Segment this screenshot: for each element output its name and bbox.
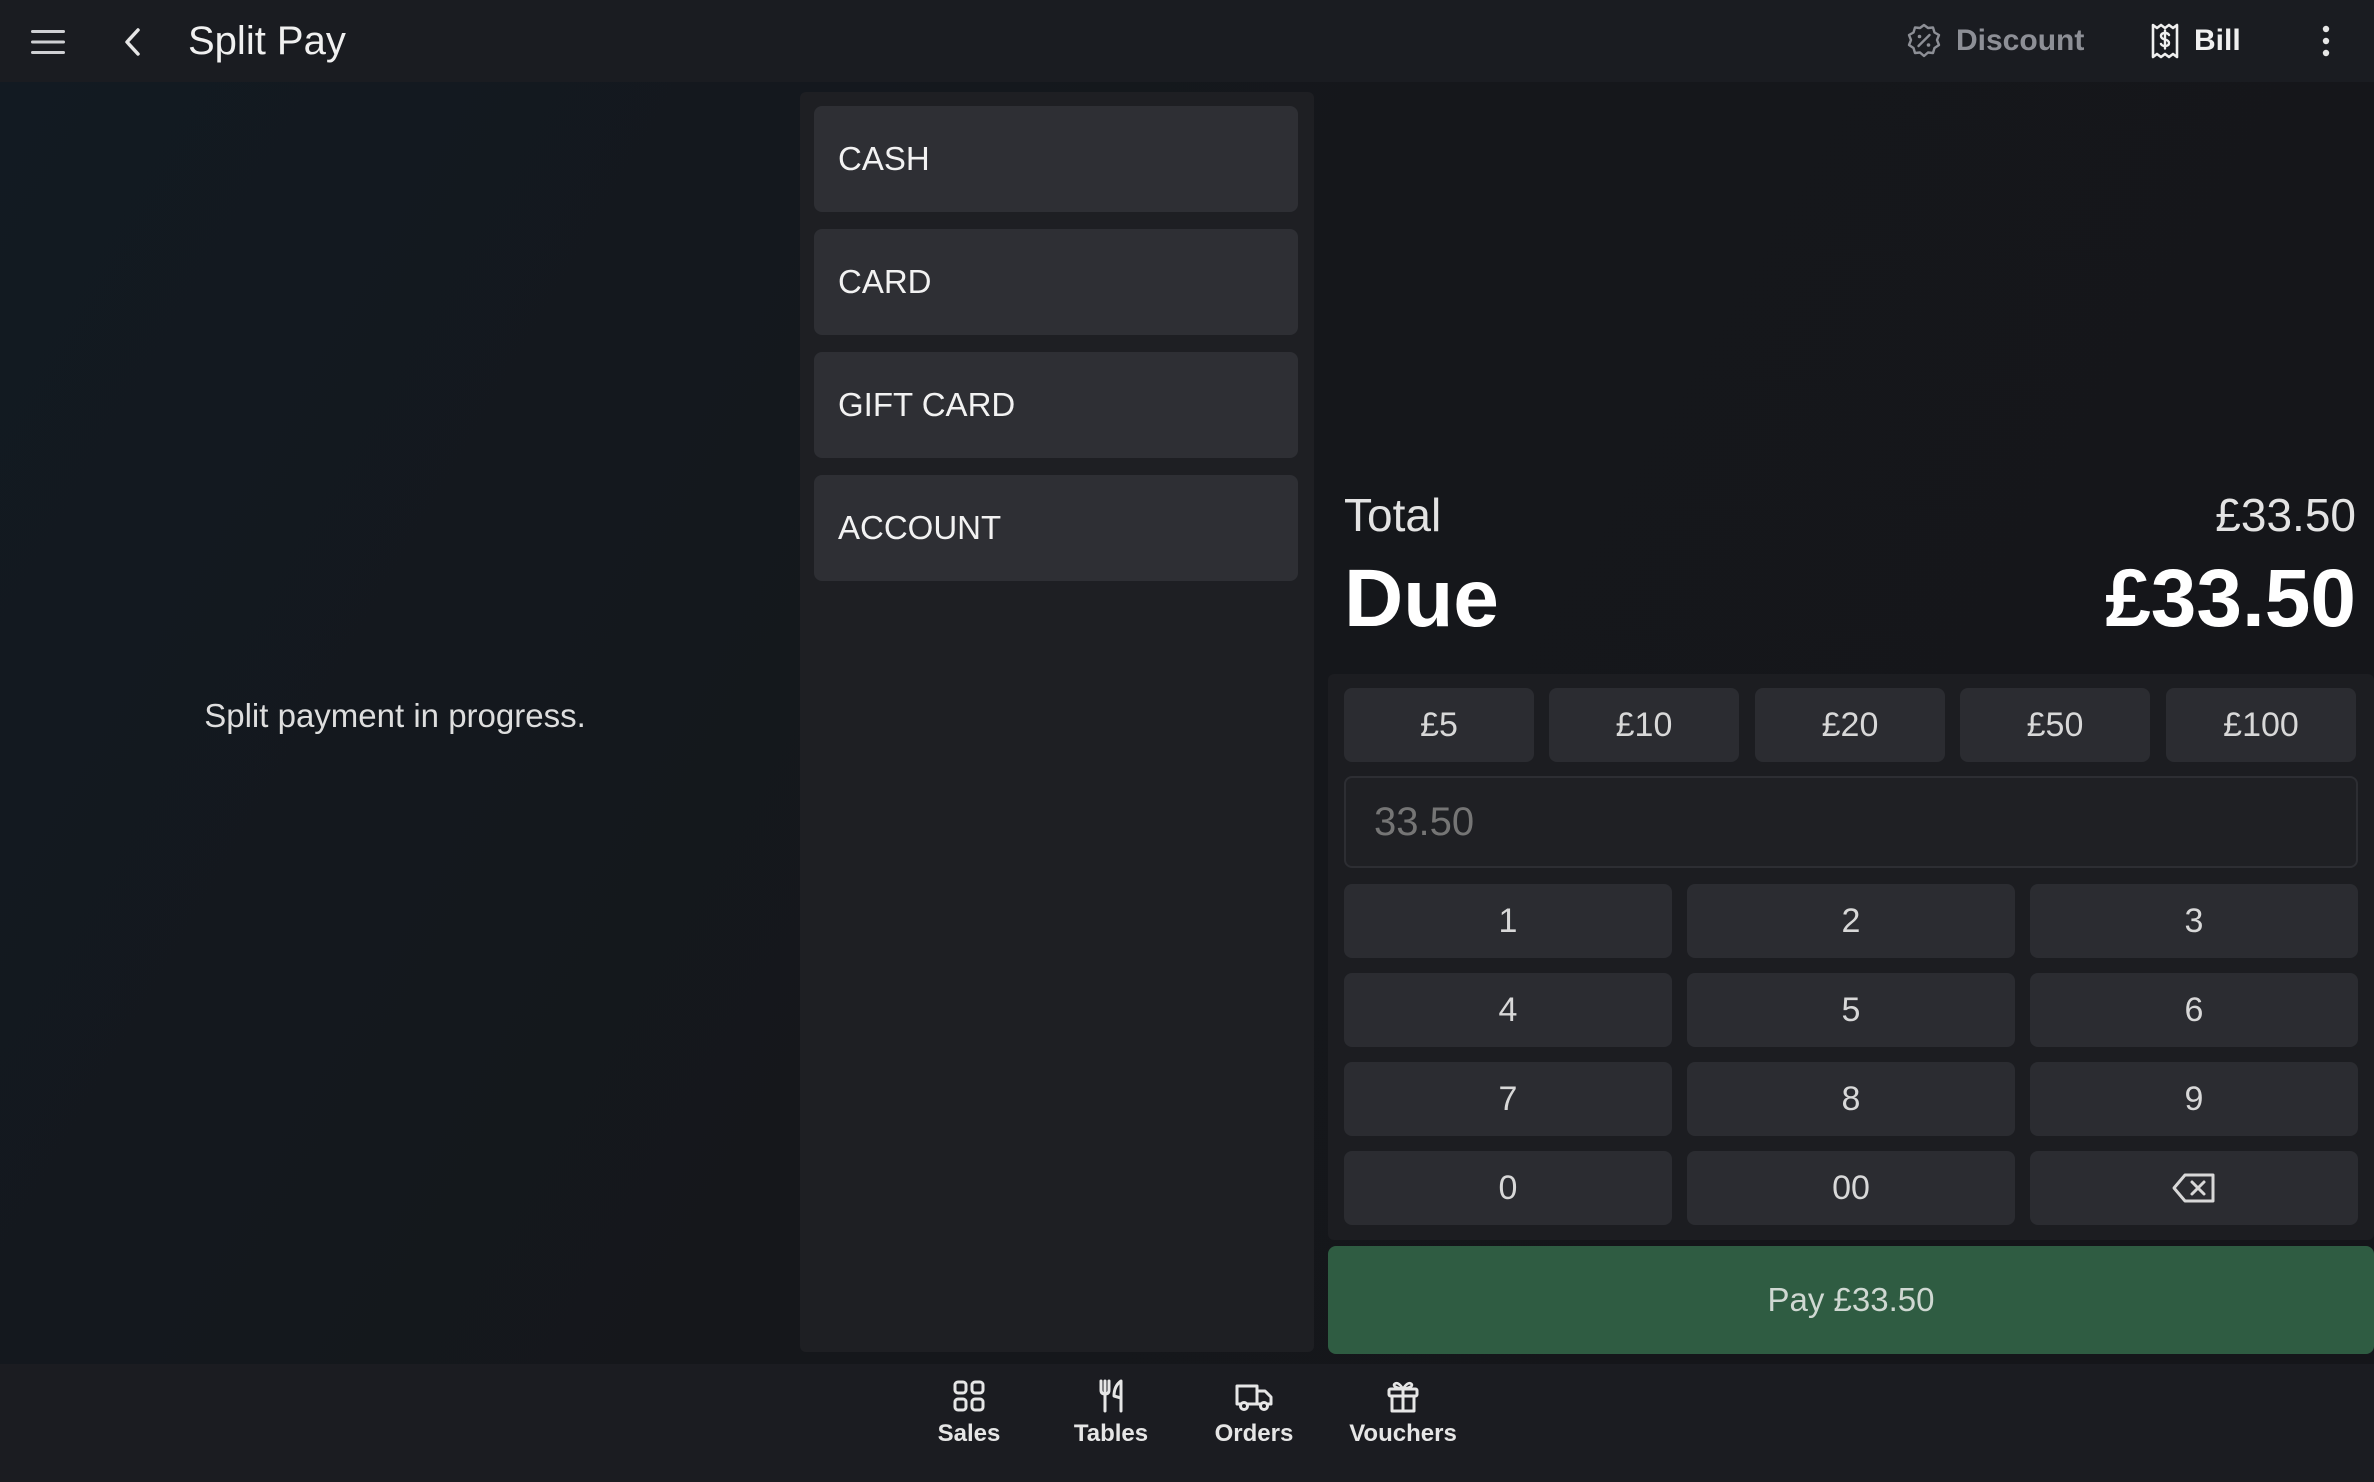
due-label: Due (1344, 553, 1499, 644)
nav-tables[interactable]: Tables (1046, 1378, 1176, 1470)
key-3-button[interactable]: 3 (2030, 884, 2358, 958)
grid-icon (953, 1380, 985, 1412)
key-5-button[interactable]: 5 (1687, 973, 2015, 1047)
key-1-button[interactable]: 1 (1344, 884, 1672, 958)
nav-tables-label: Tables (1073, 1420, 1149, 1447)
gift-icon (1387, 1381, 1419, 1413)
tender-card-button[interactable]: CARD (814, 229, 1298, 335)
tender-account-button[interactable]: ACCOUNT (814, 475, 1298, 581)
payment-panel: Total £33.50 Due £33.50 £5 £10 £20 £50 £… (1328, 82, 2374, 1362)
backspace-icon (2172, 1173, 2215, 1203)
key-4-button[interactable]: 4 (1344, 973, 1672, 1047)
receipt-icon (2151, 23, 2179, 59)
page-title: Split Pay (188, 19, 346, 63)
bottom-navigation: Sales Tables Orders Vouchers (0, 1364, 2374, 1482)
order-panel: Split payment in progress. (0, 82, 800, 1362)
key-7-button[interactable]: 7 (1344, 1062, 1672, 1136)
kebab-menu-icon[interactable] (2306, 16, 2346, 66)
total-value: £33.50 (2215, 489, 2356, 541)
total-label: Total (1344, 489, 1442, 541)
quick-amount-5-button[interactable]: £5 (1344, 688, 1534, 762)
pay-button[interactable]: Pay £33.50 (1328, 1246, 2374, 1354)
nav-sales[interactable]: Sales (904, 1378, 1034, 1470)
key-0-button[interactable]: 0 (1344, 1151, 1672, 1225)
quick-amount-20-button[interactable]: £20 (1755, 688, 1945, 762)
key-6-button[interactable]: 6 (2030, 973, 2358, 1047)
nav-vouchers[interactable]: Vouchers (1338, 1378, 1468, 1470)
key-2-button[interactable]: 2 (1687, 884, 2015, 958)
key-8-button[interactable]: 8 (1687, 1062, 2015, 1136)
due-value: £33.50 (2105, 553, 2356, 644)
tender-cash-button[interactable]: CASH (814, 106, 1298, 212)
keypad-area: £5 £10 £20 £50 £100 1 2 3 4 5 6 7 8 9 0 … (1328, 674, 2374, 1240)
split-pay-screen: Split Pay Discount Bill Split payment in… (0, 0, 2374, 1482)
quick-amount-100-button[interactable]: £100 (2166, 688, 2356, 762)
bill-button[interactable]: Bill (2150, 16, 2241, 66)
due-row: Due £33.50 (1344, 552, 2356, 646)
amount-input[interactable] (1344, 776, 2358, 868)
backspace-button[interactable] (2030, 1151, 2358, 1225)
nav-vouchers-label: Vouchers (1349, 1420, 1457, 1447)
nav-orders[interactable]: Orders (1189, 1378, 1319, 1470)
delivery-truck-icon (1235, 1384, 1273, 1411)
tender-gift-card-button[interactable]: GIFT CARD (814, 352, 1298, 458)
nav-sales-label: Sales (937, 1420, 1001, 1447)
nav-orders-label: Orders (1214, 1420, 1294, 1447)
fork-knife-icon (1099, 1379, 1123, 1413)
key-00-button[interactable]: 00 (1687, 1151, 2015, 1225)
bill-label: Bill (2194, 24, 2241, 57)
quick-amount-50-button[interactable]: £50 (1960, 688, 2150, 762)
discount-label: Discount (1956, 24, 2085, 57)
split-status-text: Split payment in progress. (204, 697, 586, 734)
quick-amount-10-button[interactable]: £10 (1549, 688, 1739, 762)
chevron-left-icon[interactable] (106, 16, 158, 68)
total-row: Total £33.50 (1344, 488, 2356, 542)
discount-button[interactable]: Discount (1906, 16, 2084, 66)
hamburger-menu-icon[interactable] (22, 16, 74, 68)
key-9-button[interactable]: 9 (2030, 1062, 2358, 1136)
tender-list: CASH CARD GIFT CARD ACCOUNT (800, 92, 1314, 1352)
discount-badge-icon (1907, 23, 1941, 58)
app-header: Split Pay Discount Bill (0, 0, 2374, 82)
